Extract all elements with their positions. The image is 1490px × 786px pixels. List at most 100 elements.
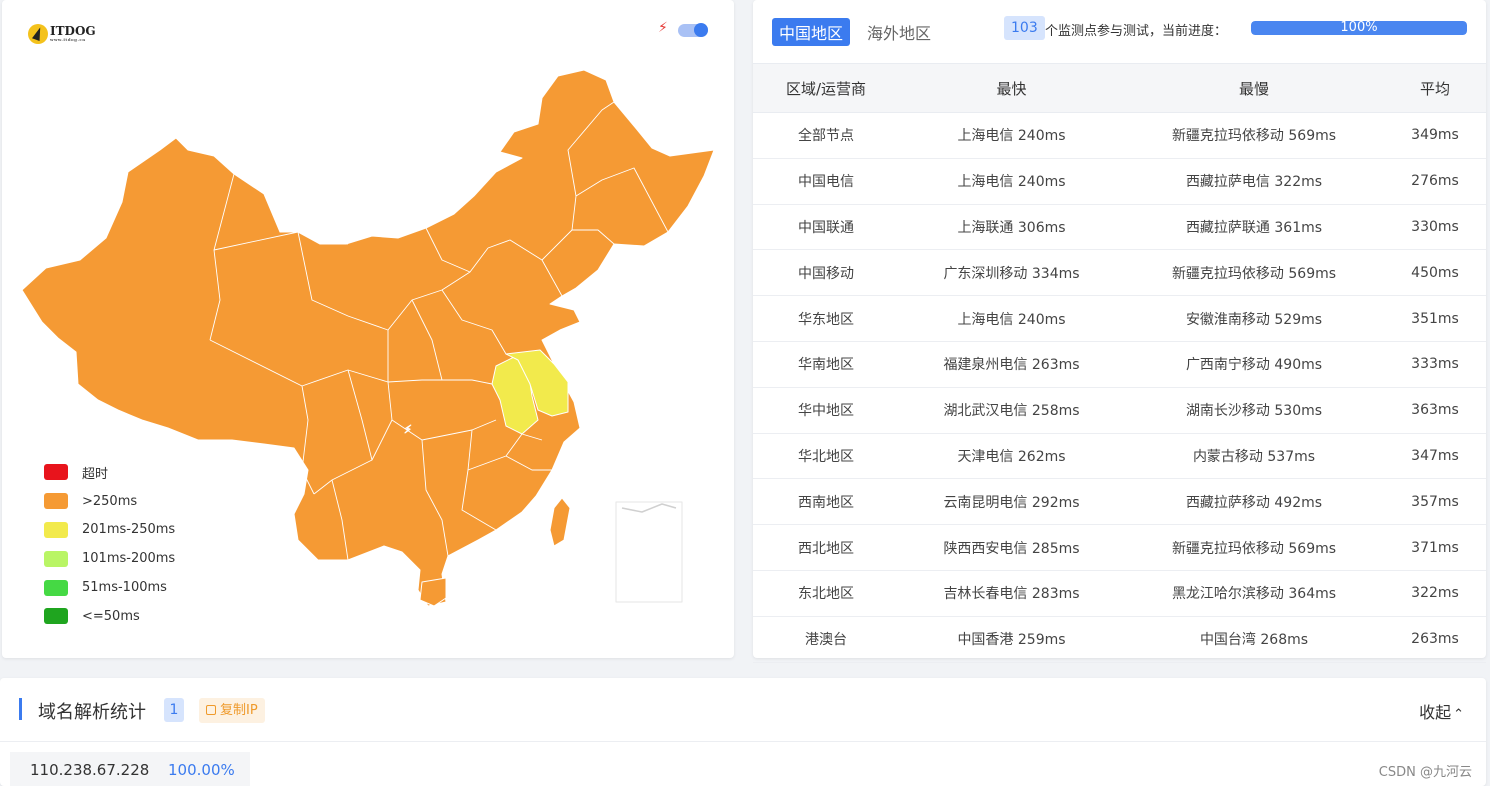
table-cell: 云南昆明电信 292ms (899, 478, 1124, 526)
table-row: 全部节点 上海电信 240ms 新疆克拉玛依移动 569ms 349ms (753, 112, 1486, 159)
table-cell: 湖南长沙移动 530ms (1124, 387, 1384, 434)
legend-swatch (44, 521, 68, 538)
table-cell: 中国联通 (753, 204, 899, 251)
tab-overseas[interactable]: 海外地区 (860, 18, 938, 46)
table-cell: 330ms (1384, 204, 1486, 251)
progress-text: 个监测点参与测试，当前进度： (1045, 24, 1228, 39)
copy-icon (206, 705, 216, 715)
table-row: 华中地区 湖北武汉电信 258ms 湖南长沙移动 530ms 363ms (753, 387, 1486, 434)
table-cell: 华南地区 (753, 341, 899, 388)
table-cell: 中国香港 259ms (899, 616, 1124, 663)
copy-ip-label: 复制IP (220, 703, 258, 718)
legend-item: 201ms-250ms (44, 516, 175, 545)
legend-label: 超时 (82, 466, 109, 482)
table-row: 中国联通 上海联通 306ms 西藏拉萨联通 361ms 330ms (753, 204, 1486, 251)
dns-divider (0, 741, 1486, 742)
table-cell: 上海电信 240ms (899, 112, 1124, 159)
chevron-up-icon: ⌃ (1453, 707, 1464, 722)
progress-label: 100% (1340, 21, 1378, 35)
copy-ip-button[interactable]: 复制IP (199, 698, 265, 723)
table-cell: 新疆克拉玛依移动 569ms (1124, 524, 1384, 571)
table-row: 西南地区 云南昆明电信 292ms 西藏拉萨移动 492ms 357ms (753, 478, 1486, 526)
header-region: 区域/运营商 (753, 63, 899, 113)
map-region-taiwan (549, 497, 571, 547)
legend-swatch (44, 608, 68, 625)
stats-panel: 中国地区 海外地区 103 个监测点参与测试，当前进度： 100% 区域/运营商… (753, 0, 1486, 663)
table-row: 华北地区 天津电信 262ms 内蒙古移动 537ms 347ms (753, 433, 1486, 480)
legend-swatch (44, 550, 68, 567)
table-cell: 新疆克拉玛依移动 569ms (1124, 112, 1384, 159)
table-cell: 福建泉州电信 263ms (899, 341, 1124, 388)
dns-stats-panel: 域名解析统计 1 复制IP 收起 ⌃ 110.238.67.228 100.00%… (0, 678, 1486, 786)
table-row: 港澳台 中国香港 259ms 中国台湾 268ms 263ms (753, 616, 1486, 663)
legend-swatch (44, 579, 68, 596)
table-row: 西北地区 陕西西安电信 285ms 新疆克拉玛依移动 569ms 371ms (753, 524, 1486, 571)
table-cell: 450ms (1384, 249, 1486, 297)
table-cell: 新疆克拉玛依移动 569ms (1124, 249, 1384, 297)
legend-item: <=50ms (44, 602, 175, 631)
table-cell: 351ms (1384, 295, 1486, 342)
legend-item: 51ms-100ms (44, 573, 175, 602)
dns-title: 域名解析统计 (38, 702, 146, 723)
table-cell: 吉林长春电信 283ms (899, 570, 1124, 617)
dns-count-badge: 1 (164, 698, 184, 722)
table-cell: 中国移动 (753, 249, 899, 297)
header-average: 平均 (1384, 63, 1486, 113)
table-cell: 西藏拉萨移动 492ms (1124, 478, 1384, 526)
table-row: 华东地区 上海电信 240ms 安徽淮南移动 529ms 351ms (753, 295, 1486, 342)
table-cell: 357ms (1384, 478, 1486, 526)
table-cell: 中国电信 (753, 158, 899, 205)
legend-label: <=50ms (82, 608, 140, 624)
progress-bar: 100% (1251, 21, 1467, 35)
table-row: 华南地区 福建泉州电信 263ms 广西南宁移动 490ms 333ms (753, 341, 1486, 388)
table-cell: 322ms (1384, 570, 1486, 617)
monitor-count-badge: 103 (1004, 16, 1045, 40)
collapse-button[interactable]: 收起 ⌃ (1419, 699, 1464, 723)
table-cell: 上海联通 306ms (899, 204, 1124, 251)
region-tabbar: 中国地区 海外地区 103 个监测点参与测试，当前进度： 100% (753, 0, 1486, 63)
legend-item: >250ms (44, 487, 175, 516)
table-cell: 黑龙江哈尔滨移动 364ms (1124, 570, 1384, 617)
table-cell: 263ms (1384, 616, 1486, 663)
table-header-row: 区域/运营商 最快 最慢 平均 (753, 63, 1486, 113)
table-cell: 华东地区 (753, 295, 899, 342)
table-cell: 中国台湾 268ms (1124, 616, 1384, 663)
table-cell: 广西南宁移动 490ms (1124, 341, 1384, 388)
table-cell: 西南地区 (753, 478, 899, 526)
ip-address: 110.238.67.228 (30, 761, 150, 779)
table-cell: 西藏拉萨联通 361ms (1124, 204, 1384, 251)
legend-label: >250ms (82, 493, 138, 509)
legend-label: 201ms-250ms (82, 522, 176, 538)
collapse-label: 收起 (1419, 703, 1452, 722)
table-cell: 安徽淮南移动 529ms (1124, 295, 1384, 342)
table-cell: 西北地区 (753, 524, 899, 571)
legend-label: 101ms-200ms (82, 551, 176, 567)
table-cell: 西藏拉萨电信 322ms (1124, 158, 1384, 205)
watermark: CSDN @九河云 (1378, 765, 1472, 780)
section-accent-bar (19, 698, 22, 720)
table-cell: 广东深圳移动 334ms (899, 249, 1124, 297)
latency-legend: 超时 >250ms 201ms-250ms 101ms-200ms 51ms-100ms… (44, 458, 175, 631)
table-cell: 333ms (1384, 341, 1486, 388)
table-cell: 349ms (1384, 112, 1486, 159)
header-slowest: 最慢 (1124, 63, 1384, 113)
ip-percentage: 100.00% (168, 761, 235, 779)
south-china-sea-inset (615, 501, 683, 603)
header-fastest: 最快 (899, 63, 1124, 113)
table-cell: 湖北武汉电信 258ms (899, 387, 1124, 434)
legend-label: 51ms-100ms (82, 580, 167, 596)
ip-row: 110.238.67.228 100.00% (10, 752, 250, 786)
table-cell: 内蒙古移动 537ms (1124, 433, 1384, 480)
table-cell: 363ms (1384, 387, 1486, 434)
test-origin-marker: ⚡ (404, 423, 412, 436)
table-cell: 东北地区 (753, 570, 899, 617)
table-cell: 陕西西安电信 285ms (899, 524, 1124, 571)
table-cell: 347ms (1384, 433, 1486, 480)
table-cell: 371ms (1384, 524, 1486, 571)
tab-domestic[interactable]: 中国地区 (772, 18, 851, 46)
table-row: 中国电信 上海电信 240ms 西藏拉萨电信 322ms 276ms (753, 158, 1486, 205)
table-cell: 上海电信 240ms (899, 158, 1124, 205)
table-cell: 港澳台 (753, 616, 899, 663)
legend-item: 超时 (44, 458, 175, 487)
table-cell: 天津电信 262ms (899, 433, 1124, 480)
